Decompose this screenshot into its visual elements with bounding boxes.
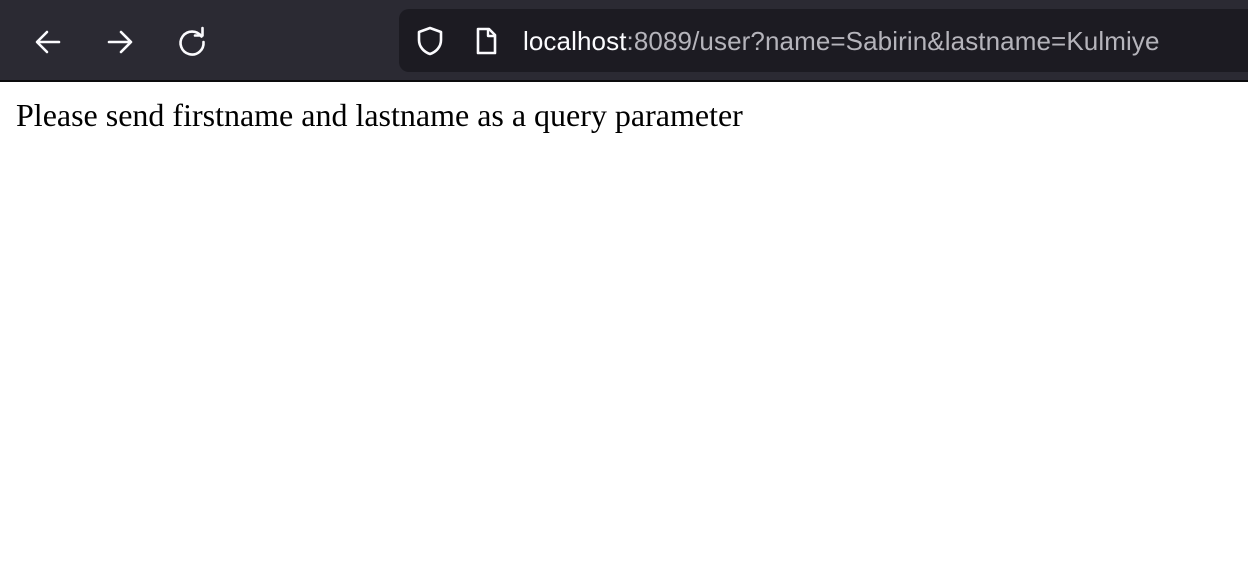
arrow-left-icon <box>35 30 61 54</box>
address-bar[interactable]: localhost:8089/user?name=Sabirin&lastnam… <box>399 9 1248 72</box>
reload-icon <box>179 26 205 56</box>
arrow-right-icon <box>107 30 133 54</box>
forward-button[interactable] <box>100 22 140 62</box>
url-host: localhost <box>523 26 627 56</box>
shield-icon[interactable] <box>414 25 446 57</box>
back-button[interactable] <box>28 22 68 62</box>
url-path-query: :8089/user?name=Sabirin&lastname=Kulmiye <box>626 26 1160 56</box>
page-message: Please send firstname and lastname as a … <box>16 97 743 133</box>
url-text[interactable]: localhost:8089/user?name=Sabirin&lastnam… <box>523 22 1160 60</box>
page-icon[interactable] <box>470 25 502 57</box>
browser-toolbar: localhost:8089/user?name=Sabirin&lastnam… <box>0 0 1248 82</box>
reload-button[interactable] <box>172 22 212 62</box>
